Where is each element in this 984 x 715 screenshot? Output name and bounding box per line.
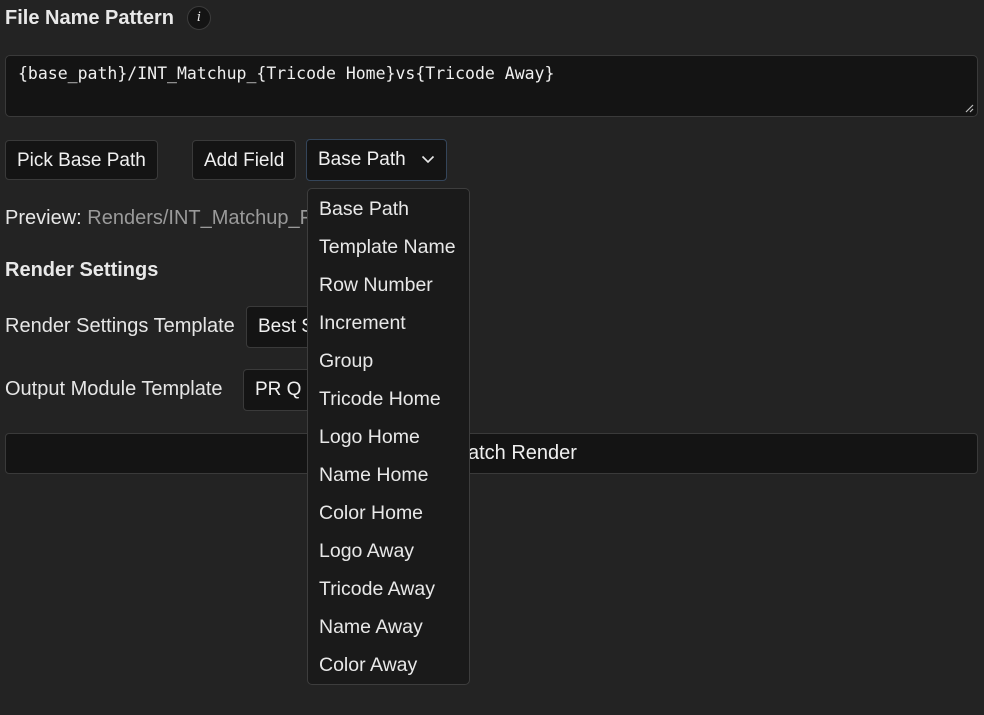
pick-base-path-button[interactable]: Pick Base Path bbox=[5, 140, 158, 180]
field-dropdown-menu: Base Path Template Name Row Number Incre… bbox=[307, 188, 470, 685]
dropdown-option-color-away[interactable]: Color Away bbox=[308, 646, 469, 684]
output-module-template-label: Output Module Template bbox=[5, 378, 223, 400]
dropdown-option-color-home[interactable]: Color Home bbox=[308, 494, 469, 532]
batch-render-label: atch Render bbox=[468, 442, 577, 464]
resize-grip-icon[interactable] bbox=[964, 103, 974, 113]
dropdown-option-name-home[interactable]: Name Home bbox=[308, 456, 469, 494]
dropdown-option-logo-away[interactable]: Logo Away bbox=[308, 532, 469, 570]
dropdown-option-template-name[interactable]: Template Name bbox=[308, 228, 469, 266]
chevron-down-icon bbox=[421, 156, 435, 164]
render-settings-title: Render Settings bbox=[5, 259, 159, 281]
dropdown-option-row-number[interactable]: Row Number bbox=[308, 266, 469, 304]
dropdown-option-tricode-away[interactable]: Tricode Away bbox=[308, 570, 469, 608]
render-settings-template-label: Render Settings Template bbox=[5, 315, 235, 337]
preview-value: Renders/INT_Matchup_F bbox=[87, 207, 312, 229]
batch-render-button[interactable]: atch Render bbox=[5, 433, 978, 474]
dropdown-option-logo-home[interactable]: Logo Home bbox=[308, 418, 469, 456]
add-field-button[interactable]: Add Field bbox=[192, 140, 297, 180]
field-select-value: Base Path bbox=[318, 149, 406, 170]
file-name-pattern-title: File Name Pattern bbox=[5, 7, 174, 29]
field-select[interactable]: Base Path bbox=[306, 139, 447, 181]
preview-label: Preview: bbox=[5, 207, 82, 229]
dropdown-option-group[interactable]: Group bbox=[308, 342, 469, 380]
preview-row: Preview: Renders/INT_Matchup_F bbox=[5, 207, 312, 230]
dropdown-option-name-away[interactable]: Name Away bbox=[308, 608, 469, 646]
dropdown-option-tricode-home[interactable]: Tricode Home bbox=[308, 380, 469, 418]
dropdown-option-increment[interactable]: Increment bbox=[308, 304, 469, 342]
file-name-pattern-value: {base_path}/INT_Matchup_{Tricode Home}vs… bbox=[18, 64, 555, 83]
info-icon[interactable]: i bbox=[187, 6, 211, 30]
file-name-pattern-input[interactable]: {base_path}/INT_Matchup_{Tricode Home}vs… bbox=[5, 55, 978, 117]
batch-render-panel: File Name Pattern i {base_path}/INT_Matc… bbox=[0, 0, 984, 715]
dropdown-option-base-path[interactable]: Base Path bbox=[308, 190, 469, 228]
